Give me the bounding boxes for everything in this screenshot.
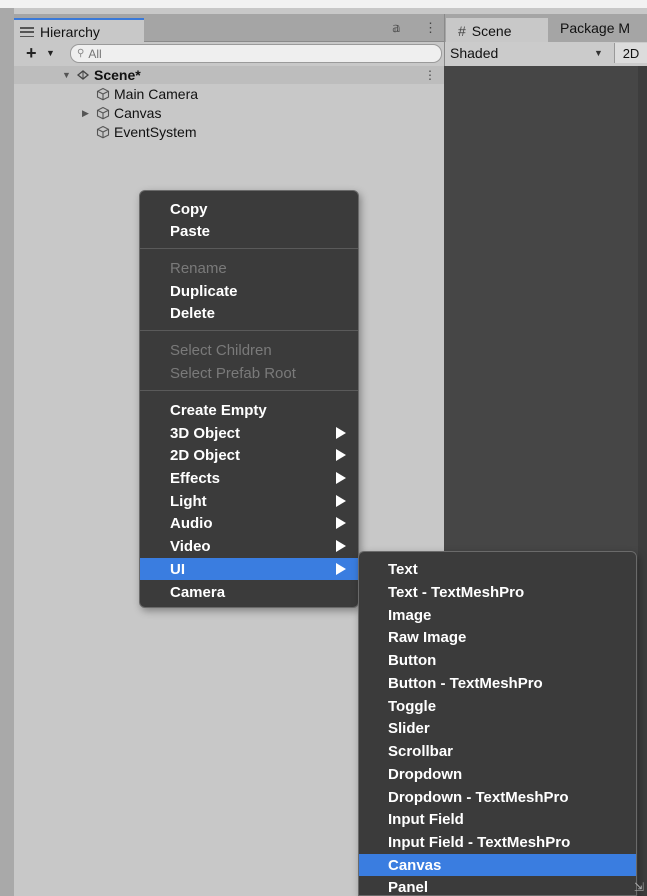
menu-item-label: Light xyxy=(170,492,207,510)
submenu-item-button-textmeshpro[interactable]: Button - TextMeshPro xyxy=(359,672,636,694)
menu-item-label: UI xyxy=(170,560,185,578)
menu-item-select-prefab-root: Select Prefab Root xyxy=(170,364,296,382)
tree-item-label: Canvas xyxy=(114,105,162,121)
chevron-down-icon[interactable]: ▼ xyxy=(594,48,603,58)
submenu-item-panel[interactable]: Panel xyxy=(359,876,636,896)
menu-item-label: 2D Object xyxy=(170,446,241,464)
tree-scene[interactable]: ▼ Scene* xyxy=(62,66,141,84)
scene-name: Scene* xyxy=(94,67,141,83)
search-input[interactable] xyxy=(88,46,389,61)
submenu-item-input-field-textmeshpro[interactable]: Input Field - TextMeshPro xyxy=(359,831,636,853)
menu-item-ui[interactable]: UI xyxy=(140,558,358,580)
add-button[interactable]: + xyxy=(26,44,37,62)
expand-arrow-icon[interactable]: ▼ xyxy=(62,70,72,80)
scene-kebab-icon[interactable]: ⋮ xyxy=(424,68,436,82)
submenu-item-text[interactable]: Text xyxy=(359,558,636,580)
tree-item-canvas[interactable]: ▶ Canvas xyxy=(82,104,161,122)
context-menu: Copy Paste Rename Duplicate Delete Selec… xyxy=(139,190,359,608)
window-top-strip xyxy=(0,0,647,8)
menu-item-create-empty[interactable]: Create Empty xyxy=(140,399,358,421)
tree-item-main-camera[interactable]: Main Camera xyxy=(82,85,198,103)
menu-item-label: Audio xyxy=(170,514,213,532)
gameobject-cube-icon xyxy=(96,106,110,120)
submenu-item-input-field[interactable]: Input Field xyxy=(359,808,636,830)
menu-item-2d-object[interactable]: 2D Object xyxy=(140,444,358,466)
unity-scene-icon xyxy=(76,70,90,80)
menu-item-label: Effects xyxy=(170,469,221,487)
menu-item-delete[interactable]: Delete xyxy=(140,302,358,324)
tab-scene[interactable]: # Scene xyxy=(446,18,548,44)
menu-item-duplicate[interactable]: Duplicate xyxy=(140,280,358,302)
resize-grip-icon[interactable]: ⇲ xyxy=(634,880,644,894)
submenu-arrow-icon xyxy=(336,517,346,529)
expand-arrow-icon[interactable]: ▶ xyxy=(82,108,92,119)
gameobject-cube-icon xyxy=(96,87,110,101)
left-dock-strip xyxy=(0,8,14,896)
menu-item-effects[interactable]: Effects xyxy=(140,467,358,489)
menu-item-label: 3D Object xyxy=(170,424,241,442)
shading-mode-dropdown[interactable]: Shaded xyxy=(450,45,498,61)
chevron-down-icon[interactable]: ▼ xyxy=(46,48,55,58)
submenu-item-text-textmeshpro[interactable]: Text - TextMeshPro xyxy=(359,581,636,603)
menu-item-light[interactable]: Light xyxy=(140,490,358,512)
submenu-item-slider[interactable]: Slider xyxy=(359,717,636,739)
menu-separator xyxy=(140,248,358,249)
menu-item-copy[interactable]: Copy xyxy=(140,198,358,220)
kebab-menu-icon[interactable]: ⋮ xyxy=(424,20,437,36)
submenu-arrow-icon xyxy=(336,495,346,507)
menu-item-video[interactable]: Video xyxy=(140,535,358,557)
submenu-item-button[interactable]: Button xyxy=(359,649,636,671)
tab-hierarchy[interactable]: Hierarchy xyxy=(14,18,144,44)
submenu-item-image[interactable]: Image xyxy=(359,604,636,626)
tab-scene-label: Scene xyxy=(471,23,512,39)
menu-item-label: Video xyxy=(170,537,211,555)
search-icon: ⚲ xyxy=(77,48,85,59)
tree-item-label: Main Camera xyxy=(114,86,199,102)
menu-item-camera[interactable]: Camera xyxy=(140,581,358,603)
submenu-arrow-icon xyxy=(336,472,346,484)
search-field[interactable]: ⚲ xyxy=(70,44,442,63)
grid-hash-icon: # xyxy=(458,23,466,39)
mode-2d-button[interactable]: 2D xyxy=(614,43,647,63)
submenu-item-dropdown[interactable]: Dropdown xyxy=(359,763,636,785)
tree-item-eventsystem[interactable]: EventSystem xyxy=(82,123,196,141)
tab-package-manager[interactable]: Package M xyxy=(560,20,630,36)
submenu-arrow-icon xyxy=(336,449,346,461)
lock-icon[interactable]: 𝕒 xyxy=(392,20,401,36)
menu-item-paste[interactable]: Paste xyxy=(140,220,358,242)
submenu-arrow-icon xyxy=(336,427,346,439)
viewport-edge xyxy=(638,66,647,896)
menu-separator xyxy=(140,390,358,391)
hierarchy-lines-icon xyxy=(20,27,34,37)
submenu-item-scrollbar[interactable]: Scrollbar xyxy=(359,740,636,762)
tab-hierarchy-label: Hierarchy xyxy=(40,24,100,40)
gameobject-cube-icon xyxy=(96,125,110,139)
submenu-item-dropdown-textmeshpro[interactable]: Dropdown - TextMeshPro xyxy=(359,786,636,808)
submenu-item-toggle[interactable]: Toggle xyxy=(359,695,636,717)
menu-item-audio[interactable]: Audio xyxy=(140,512,358,534)
submenu-item-raw-image[interactable]: Raw Image xyxy=(359,626,636,648)
ui-submenu: Text Text - TextMeshPro Image Raw Image … xyxy=(358,551,637,896)
menu-item-rename: Rename xyxy=(170,259,227,277)
menu-item-3d-object[interactable]: 3D Object xyxy=(140,422,358,444)
submenu-arrow-icon xyxy=(336,563,346,575)
menu-separator xyxy=(140,330,358,331)
submenu-item-canvas[interactable]: Canvas xyxy=(359,854,636,876)
menu-item-select-children: Select Children xyxy=(170,341,272,359)
tree-item-label: EventSystem xyxy=(114,124,197,140)
submenu-arrow-icon xyxy=(336,540,346,552)
